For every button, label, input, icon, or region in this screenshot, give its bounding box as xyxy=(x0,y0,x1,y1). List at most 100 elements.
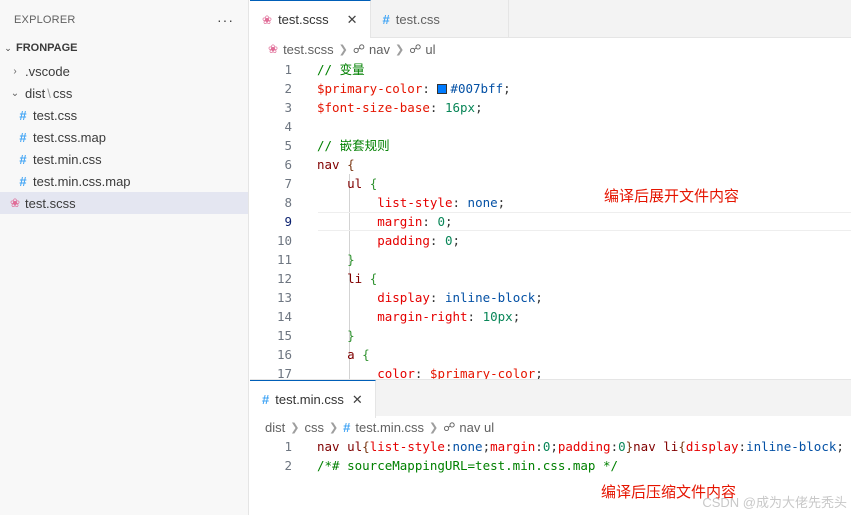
tab-test-css[interactable]: # test.css xyxy=(371,0,509,38)
tree-item-label-dist: dist xyxy=(25,85,46,101)
chevron-down-icon: ⌄ xyxy=(10,87,20,99)
line-number: 3 xyxy=(284,100,292,115)
tab-label: test.css xyxy=(395,11,440,27)
code-text: margin-right: 10px; xyxy=(317,307,520,326)
code-line[interactable]: 5 // 嵌套规则 xyxy=(250,136,851,155)
code-text: nav { xyxy=(317,155,355,174)
code-token: : xyxy=(452,195,468,210)
breadcrumb-item[interactable]: css xyxy=(304,420,324,435)
code-line[interactable]: 13 display: inline-block; xyxy=(250,288,851,307)
tree-file-test-min-css-map[interactable]: # test.min.css.map xyxy=(0,170,248,192)
code-token: inline-block xyxy=(444,290,536,305)
code-line[interactable]: 6 nav { xyxy=(250,155,851,174)
workspace-section[interactable]: ⌄ FRONPAGE xyxy=(0,38,248,58)
css-file-icon: # xyxy=(382,11,390,27)
line-number: 4 xyxy=(284,119,292,134)
color-swatch-icon[interactable] xyxy=(437,84,448,94)
tree-file-test-css-map[interactable]: # test.css.map xyxy=(0,126,248,148)
code-token: { xyxy=(678,439,686,454)
breadcrumb-item[interactable]: test.min.css xyxy=(355,420,424,435)
explorer-title: EXPLORER xyxy=(14,14,76,26)
code-token: color xyxy=(377,366,415,379)
code-token: ; xyxy=(444,214,453,229)
code-token: : xyxy=(467,309,483,324)
breadcrumb-item[interactable]: dist xyxy=(265,420,285,435)
code-token: 0 xyxy=(444,233,453,248)
chevron-right-icon: › xyxy=(13,65,17,77)
symbol-icon: ☍ xyxy=(443,420,456,434)
code-token: ; xyxy=(512,309,521,324)
tab-test-scss[interactable]: ❀ test.scss ✕ xyxy=(250,0,371,38)
tree-file-test-min-css[interactable]: # test.min.css xyxy=(0,148,248,170)
css-file-icon: # xyxy=(19,151,27,167)
code-text: margin: 0; xyxy=(317,212,453,231)
code-line[interactable]: 16 a { xyxy=(250,345,851,364)
line-number: 11 xyxy=(276,252,292,267)
sass-file-icon: ❀ xyxy=(268,42,279,56)
code-line[interactable]: 15 } xyxy=(250,326,851,345)
breadcrumb-item[interactable]: nav xyxy=(369,42,390,57)
css-file-icon: # xyxy=(262,392,270,407)
code-text: // 嵌套规则 xyxy=(317,136,390,155)
code-editor-bottom[interactable]: 1 nav ul{list-style:none;margin:0;padding… xyxy=(250,437,851,497)
code-line[interactable]: 3 $font-size-base: 16px; xyxy=(250,98,851,117)
code-token: display xyxy=(685,439,739,454)
breadcrumb-item[interactable]: ul xyxy=(425,42,435,57)
code-token: margin xyxy=(377,214,423,229)
code-editor-top[interactable]: 1 // 变量 2 $primary-color: #007bff; 3 $font-si… xyxy=(250,60,851,379)
tree-file-test-css[interactable]: # test.css xyxy=(0,104,248,126)
path-separator: \ xyxy=(47,85,51,101)
explorer-header: EXPLORER ··· xyxy=(0,0,248,40)
breadcrumb-item[interactable]: test.scss xyxy=(283,42,334,57)
tree-folder-dist-css[interactable]: ⌄ dist \ css xyxy=(0,82,248,104)
code-token: nav li xyxy=(633,439,679,454)
close-icon[interactable]: ✕ xyxy=(352,392,363,408)
code-line[interactable]: 9 margin: 0; xyxy=(250,212,851,231)
chevron-right-icon: ❯ xyxy=(338,43,348,56)
code-token: padding xyxy=(377,233,430,248)
code-token: } xyxy=(347,328,355,343)
code-line[interactable]: 14 margin-right: 10px; xyxy=(250,307,851,326)
code-line[interactable]: 12 li { xyxy=(250,269,851,288)
code-token: : xyxy=(414,366,430,379)
code-token: ; xyxy=(836,439,844,454)
code-token: ; xyxy=(452,233,461,248)
breadcrumb-item[interactable]: nav ul xyxy=(459,420,494,435)
code-line[interactable]: 4 xyxy=(250,117,851,136)
code-line[interactable]: 7 ul { xyxy=(250,174,851,193)
line-number: 1 xyxy=(284,439,292,454)
tree-item-label-css: css xyxy=(52,85,73,101)
more-actions-icon[interactable]: ··· xyxy=(217,12,234,28)
code-text: } xyxy=(317,250,355,269)
code-token: } xyxy=(347,252,355,267)
code-token: ul xyxy=(347,176,363,191)
close-icon[interactable]: ✕ xyxy=(347,12,358,28)
line-number: 17 xyxy=(276,366,292,379)
code-text: padding: 0; xyxy=(317,231,460,250)
code-token: { xyxy=(362,439,370,454)
code-line[interactable]: 8 list-style: none; xyxy=(250,193,851,212)
line-number: 5 xyxy=(284,138,292,153)
code-token: { xyxy=(369,271,378,286)
code-token: { xyxy=(369,176,378,191)
tree-file-test-scss[interactable]: ❀ test.scss xyxy=(0,192,248,214)
code-line[interactable]: 1 nav ul{list-style:none;margin:0;padding… xyxy=(250,437,851,456)
code-line[interactable]: 2 $primary-color: #007bff; xyxy=(250,79,851,98)
code-line[interactable]: 10 padding: 0; xyxy=(250,231,851,250)
code-line[interactable]: 11 } xyxy=(250,250,851,269)
code-line[interactable]: 1 // 变量 xyxy=(250,60,851,79)
code-token: // 变量 xyxy=(317,62,365,77)
code-token: : xyxy=(610,439,619,454)
code-token: ; xyxy=(482,439,491,454)
tab-test-min-css[interactable]: # test.min.css ✕ xyxy=(250,380,376,418)
code-line[interactable]: 17 color: $primary-color; xyxy=(250,364,851,379)
chevron-right-icon: ❯ xyxy=(328,421,339,434)
tree-folder-vscode[interactable]: › .vscode xyxy=(0,60,248,82)
code-line[interactable]: 2 /*# sourceMappingURL=test.min.css.map *… xyxy=(250,456,851,475)
